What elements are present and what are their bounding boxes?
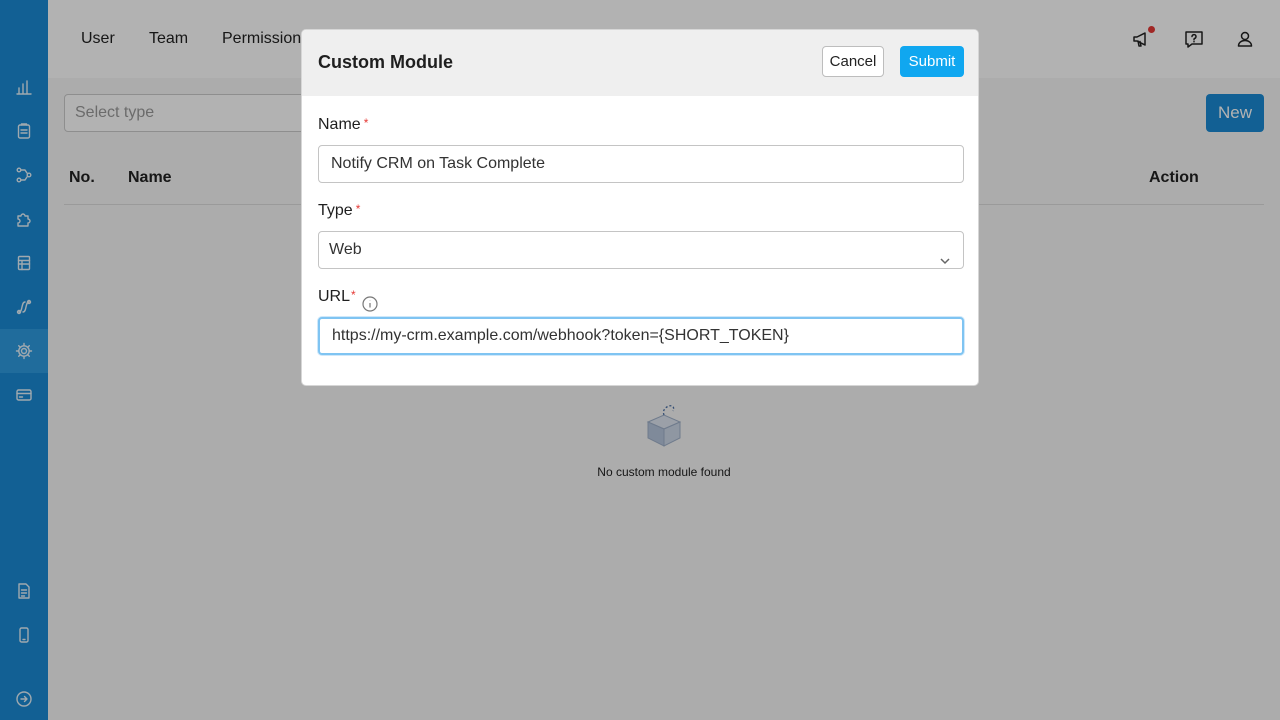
- type-select[interactable]: Web: [318, 231, 964, 269]
- required-mark: *: [355, 202, 361, 216]
- dialog-title: Custom Module: [318, 52, 453, 72]
- type-select-value: Web: [329, 241, 362, 258]
- type-label-text: Type: [318, 202, 353, 219]
- chevron-down-icon: [939, 245, 951, 265]
- required-mark: *: [363, 116, 369, 130]
- cancel-button[interactable]: Cancel: [822, 46, 884, 77]
- info-icon[interactable]: [362, 296, 378, 312]
- url-label: URL*: [318, 288, 356, 306]
- required-mark: *: [351, 288, 356, 302]
- custom-module-dialog: Custom Module Cancel Submit Name * Notify…: [301, 29, 979, 386]
- name-field[interactable]: Notify CRM on Task Complete: [318, 145, 964, 183]
- submit-button[interactable]: Submit: [900, 46, 964, 77]
- dialog-header: Custom Module Cancel Submit: [302, 30, 978, 96]
- name-label-text: Name: [318, 116, 361, 133]
- url-field[interactable]: https://my-crm.example.com/webhook?token…: [318, 317, 964, 355]
- url-label-text: URL: [318, 288, 351, 305]
- type-label: Type *: [318, 202, 360, 220]
- name-label: Name *: [318, 116, 368, 134]
